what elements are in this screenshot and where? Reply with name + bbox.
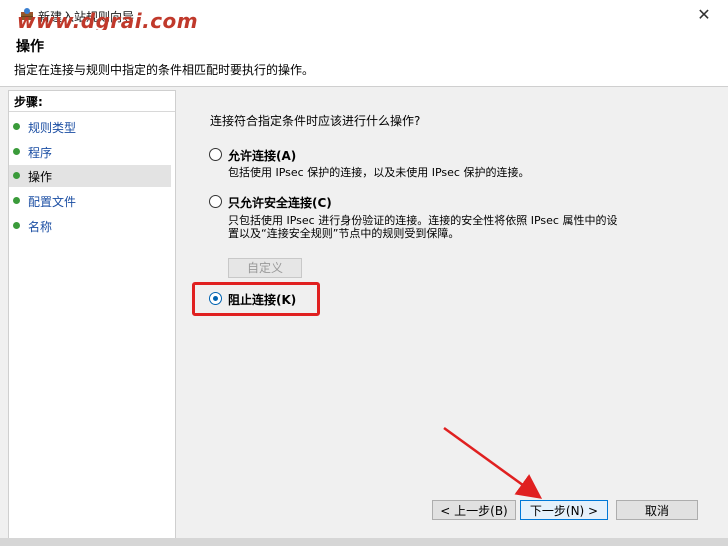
action-question: 连接符合指定条件时应该进行什么操作? [210,114,421,128]
taskbar-strip [0,538,728,546]
allow-connection-label[interactable]: 允许连接(A) [228,147,296,164]
step-status-dot [13,123,20,130]
step-label: 操作 [28,170,53,184]
step-status-dot [13,222,20,229]
wizard-header: 操作 指定在连接与规则中指定的条件相匹配时要执行的操作。 [0,30,728,87]
step-profile[interactable]: 配置文件 [9,190,171,212]
step-rule-type[interactable]: 规则类型 [9,116,171,138]
allow-secure-description-line2: 置以及“连接安全规则”节点中的规则受到保障。 [228,227,460,240]
cancel-button[interactable]: 取消 [616,500,698,520]
allow-secure-radio[interactable] [209,195,222,208]
allow-secure-label[interactable]: 只允许安全连接(C) [228,194,332,211]
step-label: 规则类型 [28,121,77,135]
next-button[interactable]: 下一步(N) > [520,500,608,520]
action-panel: 连接符合指定条件时应该进行什么操作? 允许连接(A) 包括使用 IPsec 保护… [180,90,720,538]
block-connection-radio[interactable] [209,292,222,305]
page-description: 指定在连接与规则中指定的条件相匹配时要执行的操作。 [14,63,315,77]
step-name[interactable]: 名称 [9,215,171,237]
block-connection-label[interactable]: 阻止连接(K) [228,291,296,308]
back-button[interactable]: < 上一步(B) [432,500,516,520]
step-status-dot [13,148,20,155]
steps-heading: 步骤: [14,95,43,109]
allow-connection-description: 包括使用 IPsec 保护的连接，以及未使用 IPsec 保护的连接。 [228,166,530,179]
steps-divider [9,111,175,112]
step-status-dot [13,197,20,204]
allow-secure-description-line1: 只包括使用 IPsec 进行身份验证的连接。连接的安全性将依照 IPsec 属性… [228,214,618,227]
step-status-dot [13,172,20,179]
step-label: 名称 [28,220,53,234]
steps-sidebar: 步骤: 规则类型 程序 操作 配置文件 名称 [8,90,176,540]
step-program[interactable]: 程序 [9,141,171,163]
step-label: 配置文件 [28,195,77,209]
step-action[interactable]: 操作 [9,165,171,187]
customize-button[interactable]: 自定义 [228,258,302,278]
page-title: 操作 [16,39,44,55]
close-icon[interactable]: ✕ [694,5,714,25]
step-label: 程序 [28,146,53,160]
allow-connection-radio[interactable] [209,148,222,161]
